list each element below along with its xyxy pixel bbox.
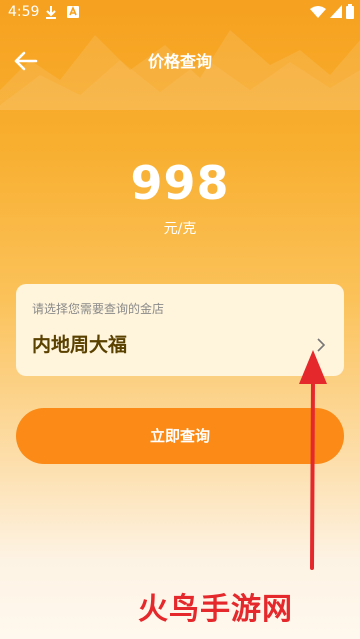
store-select-card[interactable]: 请选择您需要查询的金店 内地周大福 — [16, 284, 344, 376]
selected-store-name: 内地周大福 — [32, 334, 128, 356]
price-value: 998 — [130, 156, 230, 210]
watermark-text: 火鸟手游网 — [138, 592, 293, 627]
store-select-hint: 请选择您需要查询的金店 — [32, 302, 165, 316]
signal-icon — [330, 5, 342, 18]
notification-app-icon — [67, 5, 79, 18]
status-bar: 4:59 — [0, 0, 360, 26]
download-icon — [46, 6, 56, 19]
app-bar: 价格查询 — [0, 38, 360, 82]
status-time: 4:59 — [8, 4, 40, 20]
page-title: 价格查询 — [147, 52, 212, 71]
query-button[interactable]: 立即查询 — [16, 408, 344, 464]
red-arrow-annotation — [299, 350, 327, 570]
wifi-icon — [310, 6, 326, 18]
price-unit: 元/克 — [163, 221, 197, 237]
battery-icon — [346, 4, 354, 19]
